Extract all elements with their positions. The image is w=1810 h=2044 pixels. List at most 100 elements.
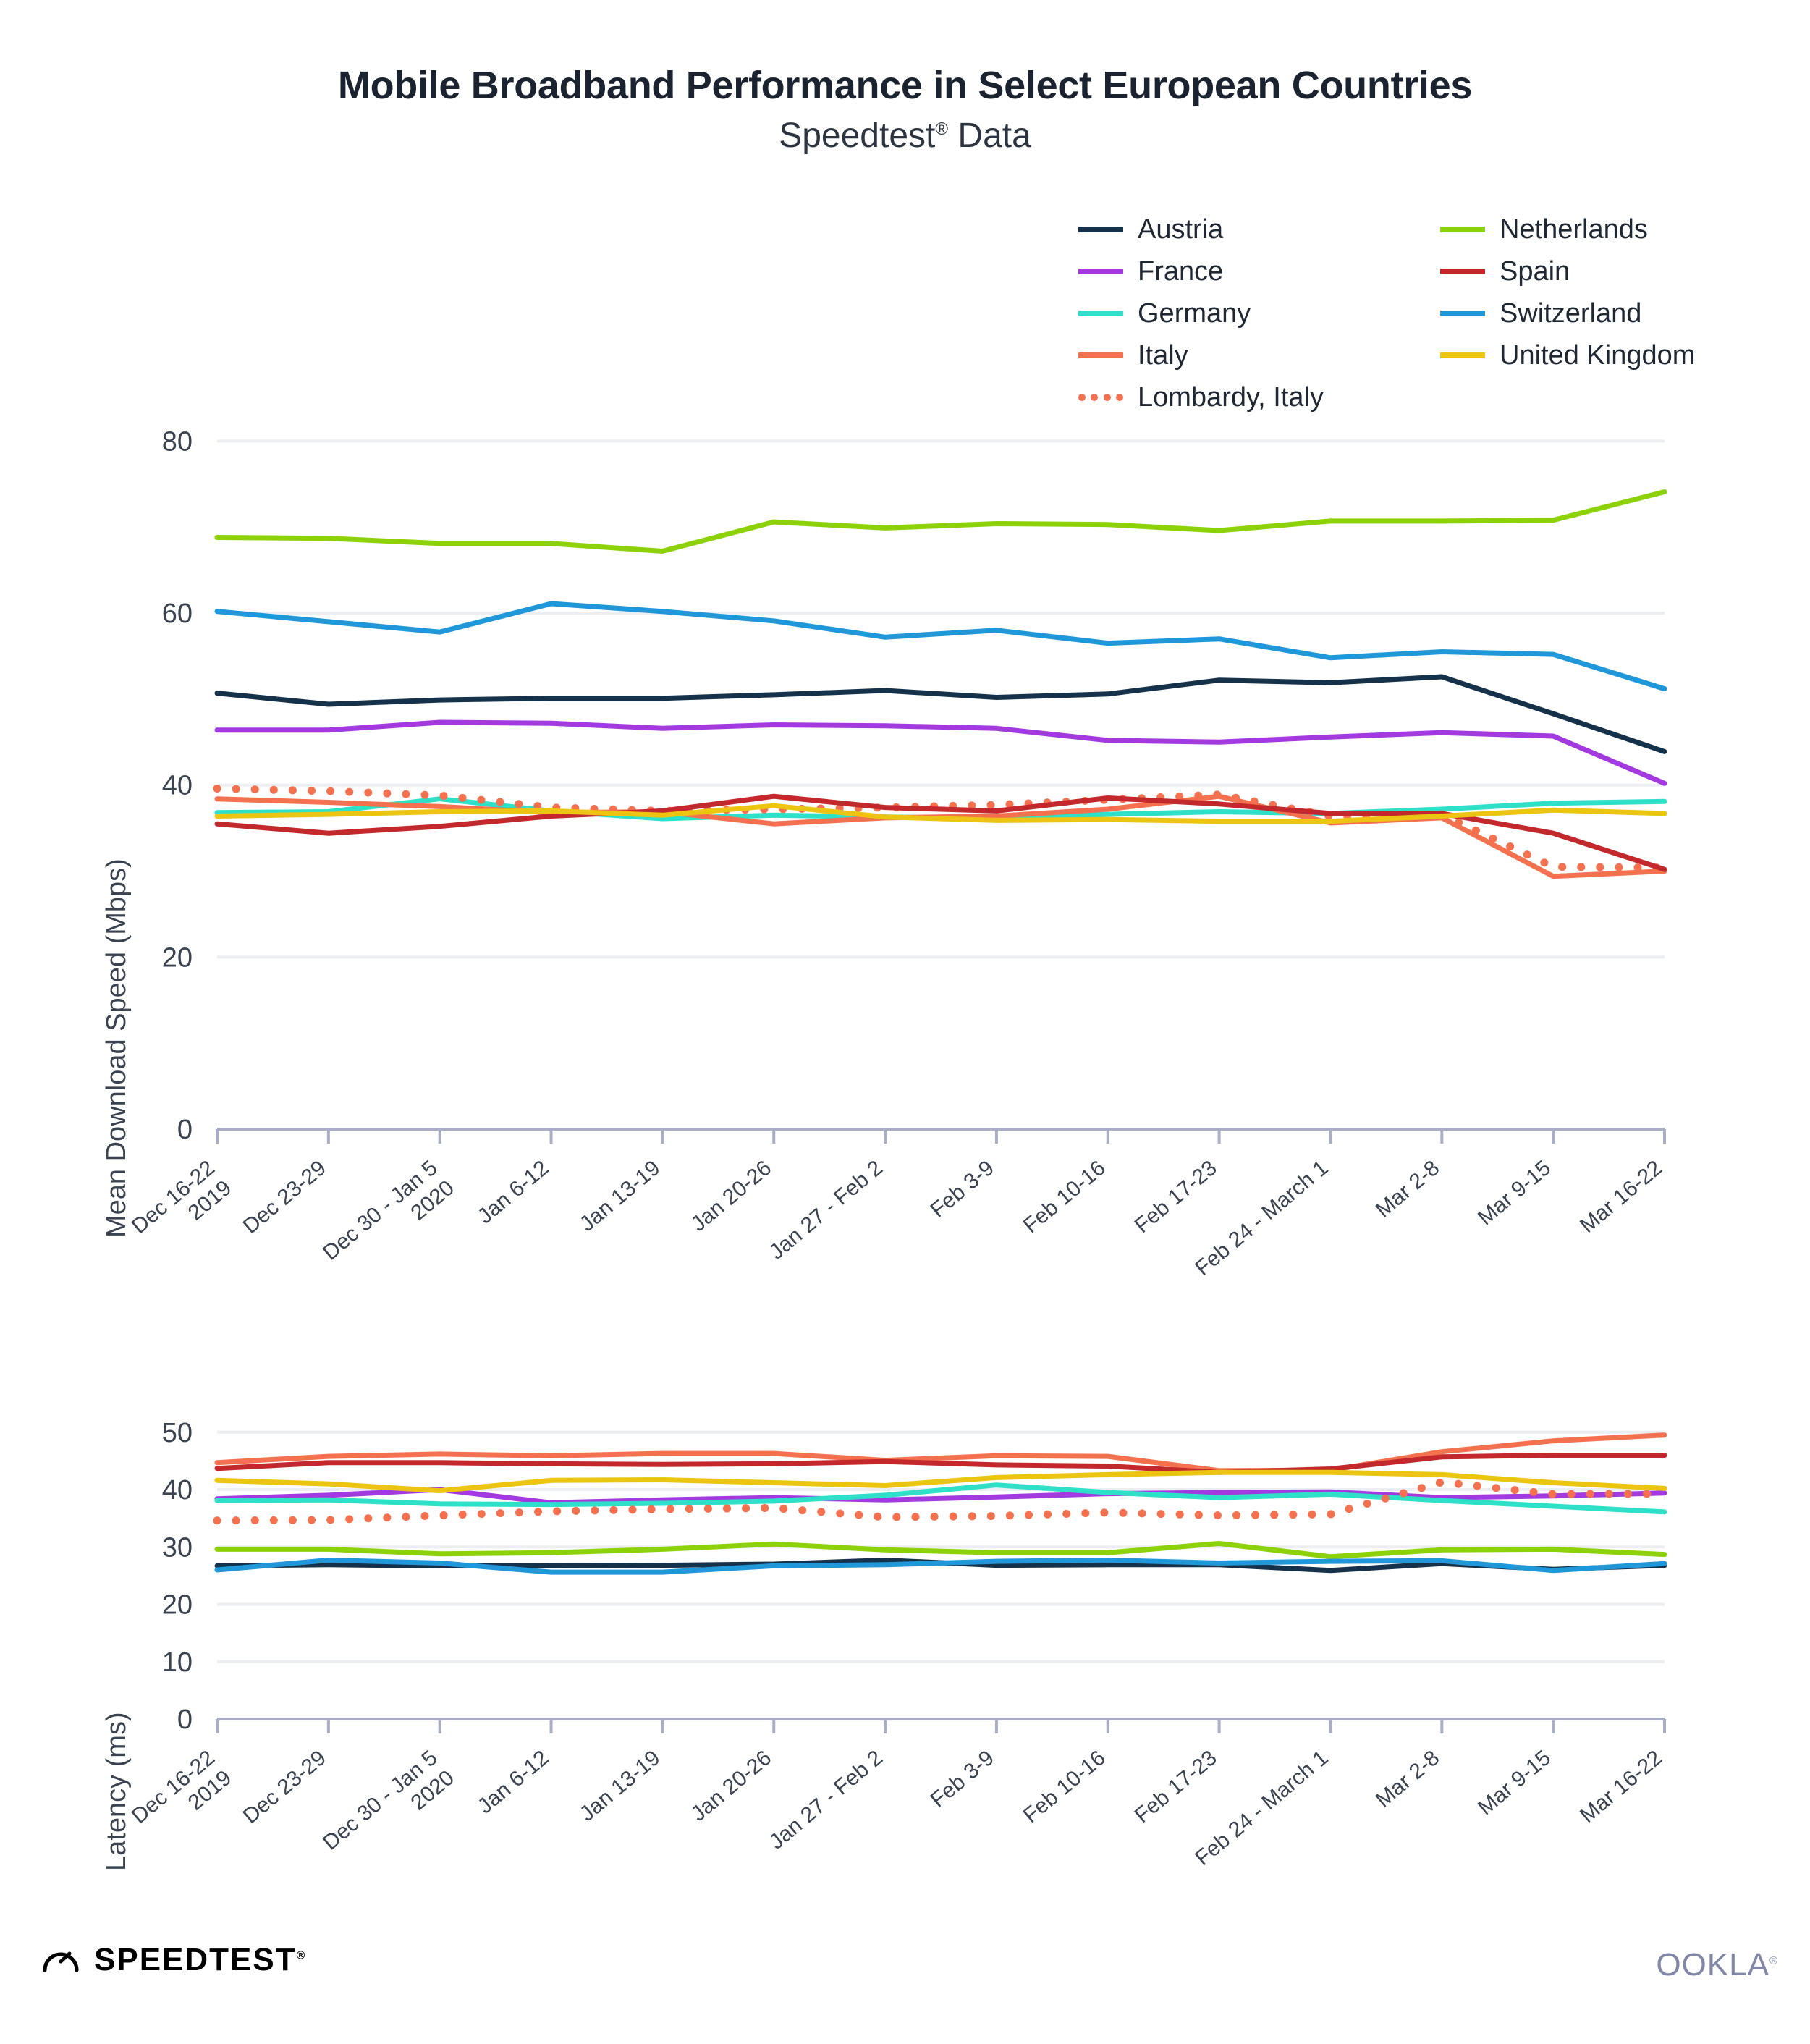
legend-item-spain[interactable]: Spain bbox=[1440, 250, 1730, 292]
y-axis-tick-label: 40 bbox=[162, 771, 193, 801]
legend-swatch-icon bbox=[1440, 311, 1485, 316]
y-axis-tick-label: 20 bbox=[162, 942, 193, 973]
x-axis-tick-label-line: Dec 23-29 bbox=[239, 1746, 331, 1828]
x-axis-tick-label: Feb 17-23 bbox=[1130, 1746, 1222, 1828]
x-axis-tick-label-line: Feb 10-16 bbox=[1019, 1156, 1110, 1238]
legend-swatch-icon bbox=[1078, 269, 1123, 274]
ookla-wordmark: OOKLA bbox=[1656, 1947, 1769, 1982]
y-axis-tick-label: 80 bbox=[162, 426, 193, 457]
series-line-france bbox=[214, 719, 1667, 786]
latency-y-axis-title: Latency (ms) bbox=[101, 1712, 132, 1871]
legend-swatch-icon bbox=[1440, 269, 1485, 274]
x-axis-tick-label-line: Mar 2-8 bbox=[1371, 1746, 1444, 1812]
x-axis-tick-label-line: Jan 6-12 bbox=[473, 1746, 554, 1818]
y-axis-tick-label: 20 bbox=[162, 1590, 193, 1621]
ookla-logo: OOKLA® bbox=[1656, 1947, 1778, 1983]
speedtest-text: SPEEDTEST bbox=[94, 1942, 297, 1977]
legend-label: Switzerland bbox=[1500, 297, 1642, 329]
footer: SPEEDTEST® OOKLA® bbox=[0, 1931, 1810, 2011]
y-axis-tick-label: 60 bbox=[162, 599, 193, 629]
x-axis-tick-label-line: Dec 23-29 bbox=[239, 1156, 331, 1238]
x-axis-tick-label: Jan 6-12 bbox=[473, 1746, 554, 1818]
x-axis-tick-label: Jan 6-12 bbox=[473, 1156, 554, 1228]
speedtest-logo: SPEEDTEST® bbox=[41, 1940, 306, 1980]
x-axis-tick-label-line: Jan 20-26 bbox=[687, 1156, 776, 1236]
subtitle-text: Speedtest bbox=[779, 117, 936, 156]
x-axis-tick-label-line: Feb 17-23 bbox=[1130, 1746, 1222, 1828]
registered-mark: ® bbox=[935, 119, 949, 140]
x-axis-tick-label: Jan 20-26 bbox=[687, 1156, 776, 1236]
x-axis-tick-label: Feb 17-23 bbox=[1130, 1156, 1222, 1238]
download-y-axis-title: Mean Download Speed (Mbps) bbox=[101, 858, 132, 1238]
series-line-netherlands bbox=[214, 489, 1667, 554]
latency-chart-panel: Latency (ms) 0 10 20 30 40 50 Dec 16-22 2019 Dec… bbox=[0, 1393, 1737, 1900]
page-subtitle: Speedtest® Data bbox=[0, 117, 1810, 156]
page-title: Mobile Broadband Performance in Select E… bbox=[337, 64, 1473, 107]
x-axis-tick-label-line: Mar 2-8 bbox=[1371, 1156, 1444, 1222]
x-axis-tick-label-line: Jan 27 - Feb 2 bbox=[765, 1746, 887, 1854]
x-axis-tick-label: Feb 10-16 bbox=[1019, 1746, 1110, 1828]
x-axis-tick-label-line: Feb 17-23 bbox=[1130, 1156, 1222, 1238]
x-axis-tick-label-line: Feb 3-9 bbox=[926, 1746, 999, 1812]
x-axis-tick-label: Jan 27 - Feb 2 bbox=[765, 1156, 887, 1264]
x-axis-tick-label-line: Jan 13-19 bbox=[575, 1156, 664, 1236]
x-axis-tick-label: Mar 2-8 bbox=[1371, 1746, 1444, 1812]
y-axis-tick-label: 30 bbox=[162, 1532, 193, 1563]
legend-swatch-icon bbox=[1440, 227, 1485, 232]
legend-swatch-icon bbox=[1078, 311, 1123, 316]
y-axis-tick-label: 50 bbox=[162, 1418, 193, 1448]
x-axis-tick-label-line: Feb 3-9 bbox=[926, 1156, 999, 1222]
title-block: Mobile Broadband Performance in Select E… bbox=[0, 64, 1810, 156]
x-axis-tick-label: Dec 23-29 bbox=[239, 1156, 331, 1238]
legend-item-germany[interactable]: Germany bbox=[1078, 292, 1440, 334]
series-line-austria bbox=[214, 674, 1667, 754]
x-axis-tick-label: Jan 13-19 bbox=[575, 1156, 664, 1236]
x-axis-tick-label: Jan 13-19 bbox=[575, 1746, 664, 1826]
y-axis-tick-label: 0 bbox=[177, 1705, 193, 1735]
x-axis-tick-label: Dec 16-222019 bbox=[127, 1746, 236, 1828]
legend-label: Germany bbox=[1138, 297, 1251, 329]
download-speed-chart-panel: Mean Download Speed (Mbps) 0 20 40 60 80 Dec … bbox=[0, 347, 1737, 1419]
legend-item-france[interactable]: France bbox=[1078, 250, 1440, 292]
x-axis-tick-label: Mar 16-22 bbox=[1576, 1746, 1667, 1828]
x-axis-tick-label-line: Mar 16-22 bbox=[1576, 1156, 1667, 1238]
x-axis-tick-label-line: Feb 10-16 bbox=[1019, 1746, 1110, 1828]
y-axis-tick-label: 40 bbox=[162, 1475, 193, 1505]
x-axis-tick-label: Jan 20-26 bbox=[687, 1746, 776, 1826]
x-axis-tick-label: Dec 16-222019 bbox=[127, 1156, 236, 1238]
ookla-registered-mark: ® bbox=[1769, 1954, 1778, 1967]
x-axis-tick-label: Jan 27 - Feb 2 bbox=[765, 1746, 887, 1854]
x-axis-tick-label: Feb 10-16 bbox=[1019, 1156, 1110, 1238]
legend-label: Austria bbox=[1138, 214, 1224, 245]
y-axis-tick-label: 0 bbox=[177, 1115, 193, 1145]
x-axis-tick-label: Dec 23-29 bbox=[239, 1746, 331, 1828]
x-axis-tick-label-line: Mar 9-15 bbox=[1473, 1156, 1555, 1230]
legend-item-netherlands[interactable]: Netherlands bbox=[1440, 208, 1730, 250]
x-axis-tick-label-line: Jan 6-12 bbox=[473, 1156, 554, 1228]
x-axis-tick-label: Dec 30 - Jan 52020 bbox=[318, 1156, 459, 1265]
legend-label: Spain bbox=[1500, 255, 1570, 287]
x-axis-tick-label: Feb 3-9 bbox=[926, 1156, 999, 1222]
x-axis-tick-label: Feb 3-9 bbox=[926, 1746, 999, 1812]
series-line-netherlands bbox=[214, 1541, 1667, 1560]
legend-item-austria[interactable]: Austria bbox=[1078, 208, 1440, 250]
x-axis-tick-label: Mar 9-15 bbox=[1473, 1156, 1555, 1230]
x-axis-tick-label-line: Jan 20-26 bbox=[687, 1746, 776, 1826]
legend-label: France bbox=[1138, 255, 1224, 287]
x-axis-tick-label-line: Mar 16-22 bbox=[1576, 1746, 1667, 1828]
legend-swatch-icon bbox=[1078, 227, 1123, 232]
x-axis-tick-label-line: Jan 27 - Feb 2 bbox=[765, 1156, 887, 1264]
x-axis-tick-label: Mar 16-22 bbox=[1576, 1156, 1667, 1238]
x-axis-tick-label: Mar 2-8 bbox=[1371, 1156, 1444, 1222]
x-axis-tick-label-line: Jan 13-19 bbox=[575, 1746, 664, 1826]
speedtest-wordmark: SPEEDTEST® bbox=[94, 1942, 306, 1978]
speedtest-registered-mark: ® bbox=[296, 1949, 307, 1962]
chart-page: Mobile Broadband Performance in Select E… bbox=[0, 0, 1810, 2044]
latency-plot: 0 10 20 30 40 50 Dec 16-222019 Dec 23-29Dec 30 … bbox=[127, 1418, 1669, 1870]
speedometer-icon bbox=[43, 1951, 79, 1972]
x-axis-tick-label: Mar 9-15 bbox=[1473, 1746, 1555, 1820]
legend-label: Netherlands bbox=[1500, 214, 1648, 245]
y-axis-tick-label: 10 bbox=[162, 1647, 193, 1678]
legend-item-switzerland[interactable]: Switzerland bbox=[1440, 292, 1730, 334]
subtitle-tail: Data bbox=[948, 117, 1031, 156]
